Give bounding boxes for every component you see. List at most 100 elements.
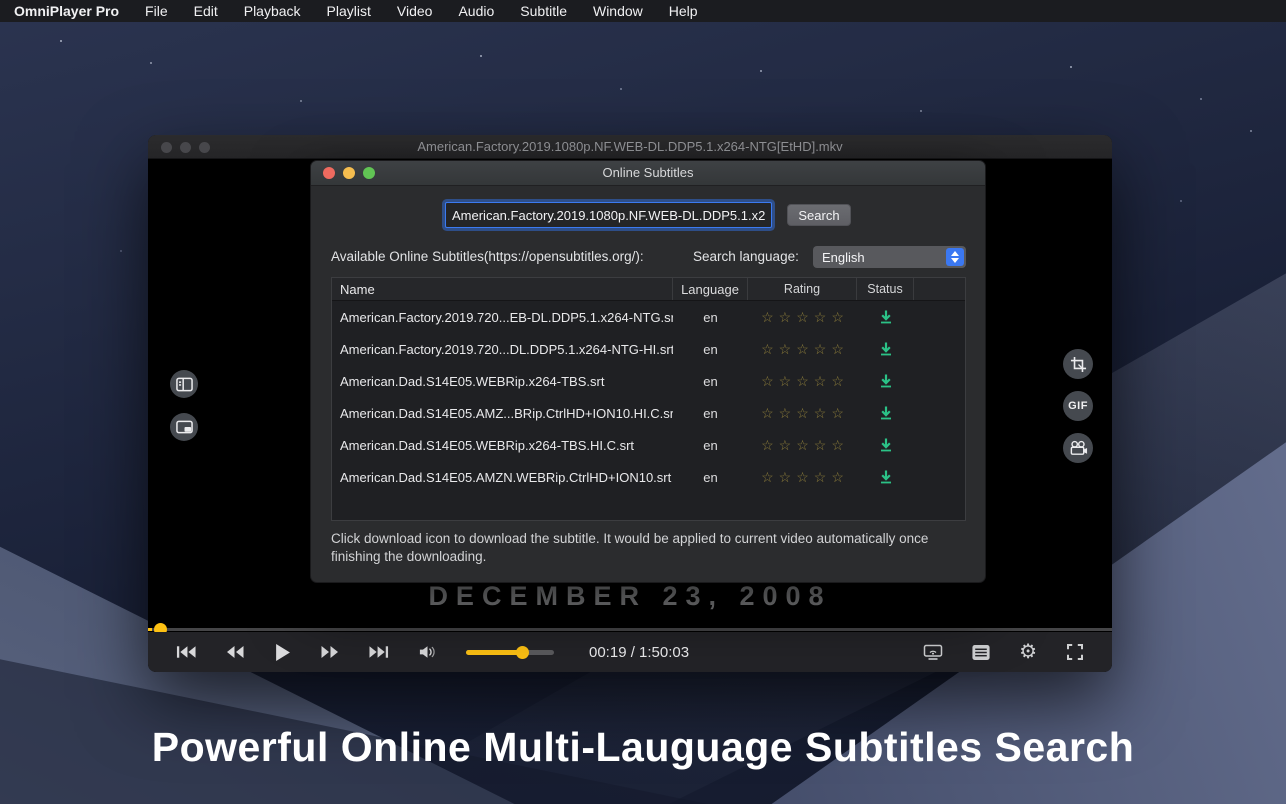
time-display: 00:19 / 1:50:03: [589, 643, 690, 661]
subtitle-language: en: [703, 341, 718, 357]
menu-item-playback[interactable]: Playback: [244, 3, 301, 19]
download-button[interactable]: [857, 461, 914, 493]
movie-camera-icon: [1070, 440, 1087, 455]
picture-in-picture-icon: [175, 420, 193, 434]
playlist-panel-button[interactable]: [170, 370, 198, 398]
subtitle-rating-stars: ☆☆☆☆☆: [761, 340, 849, 357]
subtitle-language: en: [703, 469, 718, 485]
cast-icon: [923, 644, 943, 660]
playlist-icon: [972, 644, 990, 660]
pip-button[interactable]: [170, 413, 198, 441]
snapshot-crop-button[interactable]: [1063, 349, 1093, 379]
menu-item-audio[interactable]: Audio: [458, 3, 494, 19]
skip-next-icon: [369, 646, 389, 658]
table-row[interactable]: American.Dad.S14E05.WEBRip.x264-TBS.HI.C…: [332, 429, 965, 461]
wallpaper-stars: [60, 40, 62, 42]
table-row[interactable]: American.Dad.S14E05.AMZN.WEBRip.CtrlHD+I…: [332, 461, 965, 493]
subtitle-name: American.Dad.S14E05.WEBRip.x264-TBS.HI.C…: [340, 437, 635, 453]
fullscreen-button[interactable]: [1066, 643, 1084, 661]
subtitle-language: en: [703, 437, 718, 453]
download-button[interactable]: [857, 365, 914, 397]
download-icon: [880, 406, 891, 420]
subtitle-rating-stars: ☆☆☆☆☆: [761, 436, 849, 453]
subtitle-name: American.Factory.2019.720...DL.DDP5.1.x2…: [340, 341, 673, 357]
column-header-name[interactable]: Name: [332, 278, 673, 300]
download-icon: [880, 310, 891, 324]
volume-knob[interactable]: [516, 645, 530, 659]
dialog-titlebar[interactable]: Online Subtitles: [311, 161, 985, 186]
progress-bar[interactable]: [148, 623, 1112, 636]
volume-icon: [419, 646, 435, 658]
dialog-footer-note: Click download icon to download the subt…: [331, 531, 929, 564]
column-header-status[interactable]: Status: [857, 278, 914, 300]
download-button[interactable]: [857, 397, 914, 429]
subtitle-name: American.Dad.S14E05.AMZ...BRip.CtrlHD+IO…: [340, 405, 673, 421]
download-button[interactable]: [857, 333, 914, 365]
column-header-rating[interactable]: Rating: [748, 278, 857, 300]
search-language-label: Search language:: [693, 249, 799, 264]
progress-fill: [148, 628, 152, 631]
cast-button[interactable]: [923, 644, 943, 661]
play-icon: [276, 643, 290, 661]
menu-item-file[interactable]: File: [145, 3, 168, 19]
play-button[interactable]: [274, 642, 291, 663]
language-select[interactable]: English: [813, 246, 966, 268]
subtitle-name: American.Dad.S14E05.WEBRip.x264-TBS.srt: [340, 373, 605, 389]
subtitle-search-input[interactable]: [445, 202, 772, 228]
volume-slider[interactable]: [466, 645, 554, 659]
download-icon: [880, 470, 891, 484]
volume-button[interactable]: [418, 644, 437, 660]
gif-record-button[interactable]: GIF: [1063, 391, 1093, 421]
table-row[interactable]: American.Dad.S14E05.AMZ...BRip.CtrlHD+IO…: [332, 397, 965, 429]
subtitle-rating-stars: ☆☆☆☆☆: [761, 308, 849, 325]
table-row[interactable]: American.Factory.2019.720...DL.DDP5.1.x2…: [332, 333, 965, 365]
player-window-title: American.Factory.2019.1080p.NF.WEB-DL.DD…: [417, 139, 843, 154]
download-icon: [880, 438, 891, 452]
download-button[interactable]: [857, 301, 914, 333]
table-row[interactable]: American.Factory.2019.720...EB-DL.DDP5.1…: [332, 301, 965, 333]
subtitle-language: en: [703, 405, 718, 421]
crop-icon: [1070, 356, 1086, 372]
player-control-bar: 00:19 / 1:50:03 ⚙: [148, 632, 1112, 672]
record-video-button[interactable]: [1063, 433, 1093, 463]
subtitle-rating-stars: ☆☆☆☆☆: [761, 372, 849, 389]
subtitle-language: en: [703, 373, 718, 389]
menu-item-subtitle[interactable]: Subtitle: [520, 3, 567, 19]
download-button[interactable]: [857, 429, 914, 461]
fast-forward-icon: [321, 646, 338, 658]
subtitle-name: American.Dad.S14E05.AMZN.WEBRip.CtrlHD+I…: [340, 469, 672, 485]
page-caption: Powerful Online Multi-Lauguage Subtitles…: [151, 724, 1135, 770]
volume-fill: [466, 649, 524, 655]
player-titlebar[interactable]: American.Factory.2019.1080p.NF.WEB-DL.DD…: [148, 135, 1112, 159]
gif-icon: GIF: [1068, 400, 1088, 412]
rewind-button[interactable]: [225, 644, 245, 660]
gear-icon: ⚙: [1019, 641, 1037, 663]
menu-item-edit[interactable]: Edit: [194, 3, 218, 19]
menu-item-window[interactable]: Window: [593, 3, 643, 19]
subtitle-rating-stars: ☆☆☆☆☆: [761, 404, 849, 421]
table-row[interactable]: American.Dad.S14E05.WEBRip.x264-TBS.srt …: [332, 365, 965, 397]
playlist-button[interactable]: [972, 644, 990, 660]
table-header: Name Language Rating Status: [332, 278, 965, 301]
menu-item-playlist[interactable]: Playlist: [327, 3, 371, 19]
subtitle-table: Name Language Rating Status American.Fac…: [331, 277, 966, 521]
subtitle-name: American.Factory.2019.720...EB-DL.DDP5.1…: [340, 309, 673, 325]
menu-item-help[interactable]: Help: [669, 3, 698, 19]
search-button[interactable]: Search: [787, 204, 851, 226]
subtitle-rating-stars: ☆☆☆☆☆: [761, 468, 849, 485]
fast-forward-button[interactable]: [320, 644, 340, 660]
dialog-title: Online Subtitles: [602, 165, 694, 180]
skip-next-button[interactable]: [369, 644, 389, 660]
skip-previous-button[interactable]: [176, 644, 196, 660]
language-select-value: English: [822, 249, 865, 265]
download-icon: [880, 374, 891, 388]
menu-item-video[interactable]: Video: [397, 3, 433, 19]
settings-button[interactable]: ⚙: [1019, 642, 1037, 662]
menu-app-name[interactable]: OmniPlayer Pro: [14, 3, 119, 19]
menu-bar: OmniPlayer Pro File Edit Playback Playli…: [0, 0, 1286, 22]
column-header-language[interactable]: Language: [673, 278, 748, 300]
online-subtitles-dialog: Online Subtitles Search Available Online…: [310, 160, 986, 583]
download-icon: [880, 342, 891, 356]
select-stepper-icon: [946, 248, 964, 266]
desktop: OmniPlayer Pro File Edit Playback Playli…: [0, 0, 1286, 804]
